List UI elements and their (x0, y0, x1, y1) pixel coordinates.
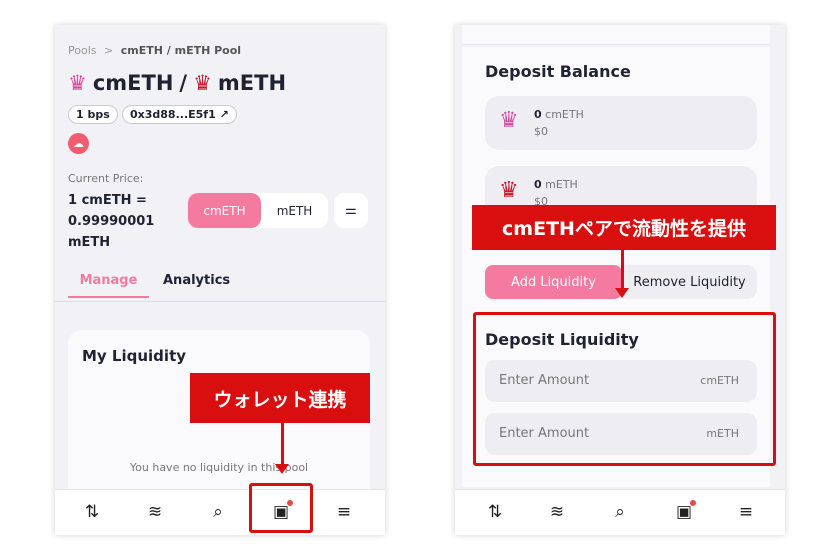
annotation-provide-liquidity: cmETHペアで流動性を提供 (472, 205, 776, 250)
pool-icon[interactable]: ≋ (545, 502, 569, 522)
top-card (462, 25, 770, 45)
address-badge[interactable]: 0x3d88...E5f1 ↗ (122, 105, 237, 124)
card-title: My Liquidity (82, 347, 187, 365)
bottom-nav: ⇅ ≋ ⌕ ▣ ≡ (55, 489, 385, 535)
balance-cmeth: ♛ 0 cmETH $0 (485, 96, 757, 150)
toggle-meth[interactable]: mETH (261, 193, 328, 228)
bottom-nav: ⇅ ≋ ⌕ ▣ ≡ (455, 489, 785, 535)
deposit-balance-title: Deposit Balance (485, 62, 631, 81)
annotation-highlight-wallet (249, 483, 313, 533)
pool-icon[interactable]: ≋ (143, 502, 167, 522)
tab-add-liquidity[interactable]: Add Liquidity (485, 265, 622, 299)
annotation-wallet: ウォレット連携 (190, 373, 370, 423)
price-token-toggle: cmETH mETH (188, 193, 328, 228)
title-slash: / (179, 71, 188, 95)
pool-avatar-icon: ☁ (68, 133, 89, 154)
annotation-arrow (615, 250, 629, 298)
settings-sliders-icon[interactable]: ⚌ (334, 193, 368, 228)
price-line: mETH (68, 235, 111, 250)
menu-icon[interactable]: ≡ (332, 502, 356, 522)
toggle-cmeth[interactable]: cmETH (188, 193, 261, 228)
search-icon[interactable]: ⌕ (608, 502, 632, 522)
meth-logo-icon: ♛ (193, 71, 212, 95)
balance-token: mETH (545, 178, 578, 191)
wallet-icon[interactable]: ▣ (672, 500, 696, 522)
divider (55, 301, 385, 302)
annotation-arrow (275, 423, 289, 474)
tab-manage[interactable]: Manage (68, 273, 149, 298)
left-screen: Pools > cmETH / mETH Pool ♛ cmETH / ♛ mE… (55, 25, 385, 535)
cmeth-logo-icon: ♛ (499, 108, 519, 133)
balance-token: cmETH (545, 108, 584, 121)
title-token-a: cmETH (92, 71, 174, 95)
current-price-value: 1 cmETH = 0.99990001 mETH (68, 190, 154, 253)
address-text: 0x3d88...E5f1 (130, 108, 216, 121)
search-icon[interactable]: ⌕ (206, 502, 230, 522)
balance-amount: 0 (534, 108, 542, 121)
menu-icon[interactable]: ≡ (734, 502, 758, 522)
fee-badge: 1 bps (68, 105, 118, 124)
title-token-b: mETH (217, 71, 287, 95)
tab-remove-liquidity[interactable]: Remove Liquidity (622, 265, 757, 299)
annotation-highlight-deposit (473, 312, 776, 466)
external-link-icon: ↗ (219, 108, 229, 121)
breadcrumb: Pools > cmETH / mETH Pool (68, 44, 241, 57)
breadcrumb-sep: > (104, 44, 114, 57)
breadcrumb-pools[interactable]: Pools (68, 44, 97, 57)
swap-icon[interactable]: ⇅ (80, 502, 104, 522)
price-line: 1 cmETH = (68, 193, 147, 208)
swap-icon[interactable]: ⇅ (483, 502, 507, 522)
meth-logo-icon: ♛ (499, 178, 519, 203)
empty-text: You have no liquidity in this pool (129, 461, 309, 474)
price-line: 0.99990001 (68, 214, 155, 229)
breadcrumb-current: cmETH / mETH Pool (120, 44, 242, 57)
cmeth-logo-icon: ♛ (68, 71, 87, 95)
page-title: ♛ cmETH / ♛ mETH (68, 71, 286, 95)
balance-amount: 0 (534, 178, 542, 191)
tab-analytics[interactable]: Analytics (163, 273, 230, 288)
current-price-label: Current Price: (68, 172, 144, 185)
balance-usd: $0 (534, 125, 548, 138)
